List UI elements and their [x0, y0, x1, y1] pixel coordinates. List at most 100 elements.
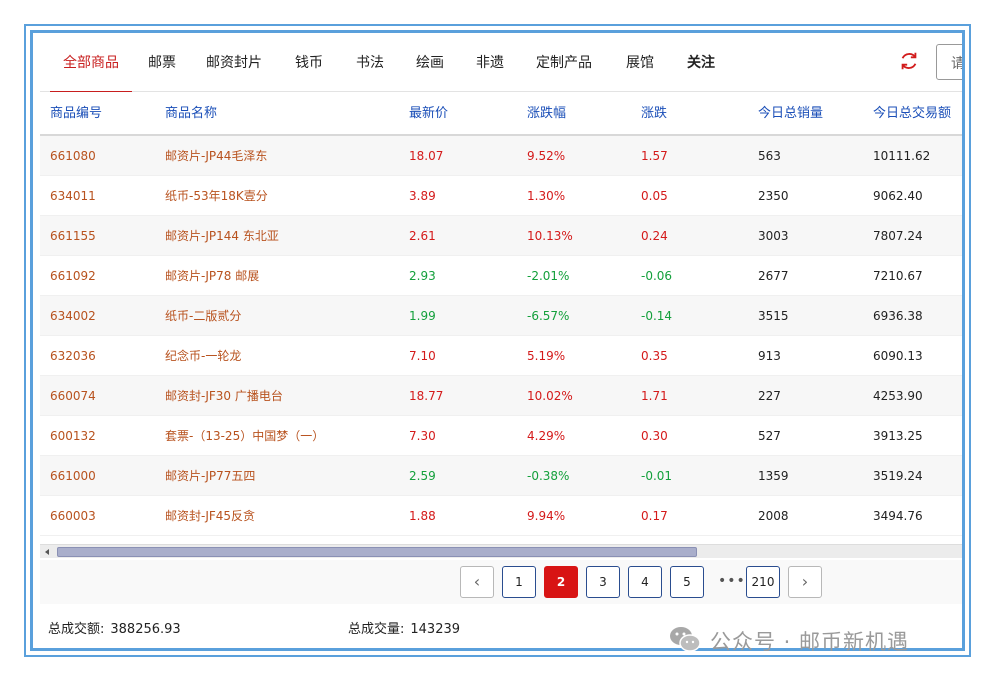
cell-amount: 4253.90 — [873, 389, 923, 403]
cell-amount: 6936.38 — [873, 309, 923, 323]
cell-name: 纪念币-一轮龙 — [165, 349, 242, 363]
cell-change: 1.57 — [641, 149, 668, 163]
table-row[interactable]: 632036 纪念币-一轮龙 7.10 5.19% 0.35 913 6090.13 — [40, 336, 962, 376]
cell-price: 2.61 — [409, 229, 436, 243]
tab-postal-stationery[interactable]: 邮资封片 — [203, 38, 265, 92]
cell-code: 661080 — [50, 149, 96, 163]
cell-code: 661000 — [50, 469, 96, 483]
cell-change: 0.17 — [641, 509, 668, 523]
tab-stamps[interactable]: 邮票 — [142, 38, 182, 92]
cell-change-pct: 9.94% — [527, 509, 566, 523]
cell-amount: 7210.67 — [873, 269, 923, 283]
cell-change: -0.06 — [641, 269, 673, 283]
page-button-4[interactable]: 4 — [628, 566, 662, 598]
table-row[interactable]: 661155 邮资片-JP144 东北亚 2.61 10.13% 0.24 3003 780… — [40, 216, 962, 256]
search-input[interactable]: 请 — [936, 44, 962, 80]
cell-volume: 2677 — [758, 269, 789, 283]
cell-volume: 527 — [758, 429, 781, 443]
table-row[interactable]: 634002 纸币-二版贰分 1.99 -6.57% -0.14 3515 6936.38 — [40, 296, 962, 336]
cell-amount: 10111.62 — [873, 149, 931, 163]
page-button-3[interactable]: 3 — [586, 566, 620, 598]
prev-page-button[interactable]: ‹ — [460, 566, 494, 598]
tab-coins[interactable]: 钱币 — [289, 38, 329, 92]
header-volume[interactable]: 今日总销量 — [758, 92, 823, 136]
page-button-2[interactable]: 2 — [544, 566, 578, 598]
table-header: 商品编号 商品名称 最新价 涨跌幅 涨跌 今日总销量 今日总交易额 — [40, 92, 962, 136]
tab-calligraphy[interactable]: 书法 — [350, 38, 390, 92]
header-price[interactable]: 最新价 — [409, 92, 448, 136]
cell-code: 632036 — [50, 349, 96, 363]
page-button-5[interactable]: 5 — [670, 566, 704, 598]
total-volume-label: 总成交量: — [348, 622, 405, 637]
header-name[interactable]: 商品名称 — [165, 92, 217, 136]
cell-change: 1.71 — [641, 389, 668, 403]
header-change-pct[interactable]: 涨跌幅 — [527, 92, 566, 136]
category-tabs: 全部商品 邮票 邮资封片 钱币 书法 绘画 非遗 定制产品 展馆 关注 请 — [40, 38, 962, 93]
cell-code: 661092 — [50, 269, 96, 283]
page-button-last[interactable]: 210 — [746, 566, 780, 598]
cell-amount: 3519.24 — [873, 469, 923, 483]
pagination-ellipsis: ••• — [718, 573, 746, 589]
cell-amount: 3494.76 — [873, 509, 923, 523]
cell-volume: 3515 — [758, 309, 789, 323]
scroll-left-arrow-icon[interactable] — [42, 547, 52, 557]
header-code[interactable]: 商品编号 — [50, 92, 102, 136]
tab-following[interactable]: 关注 — [681, 38, 721, 92]
cell-price: 7.30 — [409, 429, 436, 443]
cell-price: 18.07 — [409, 149, 444, 163]
tab-exhibition-hall[interactable]: 展馆 — [620, 38, 660, 92]
cell-change: -0.14 — [641, 309, 673, 323]
table-row[interactable]: 660074 邮资封-JF30 广播电台 18.77 10.02% 1.71 227 425… — [40, 376, 962, 416]
cell-volume: 2008 — [758, 509, 789, 523]
total-volume: 总成交量: 143239 — [348, 618, 460, 637]
total-amount-label: 总成交额: — [48, 622, 105, 637]
cell-price: 2.93 — [409, 269, 436, 283]
cell-price: 7.10 — [409, 349, 436, 363]
cell-name: 邮资片-JP44毛泽东 — [165, 149, 268, 163]
cell-volume: 563 — [758, 149, 781, 163]
table-row[interactable]: 634011 纸币-53年18K壹分 3.89 1.30% 0.05 2350 9062.4… — [40, 176, 962, 216]
total-amount: 总成交额: 388256.93 — [48, 618, 181, 637]
cell-change: 0.35 — [641, 349, 668, 363]
cell-volume: 1359 — [758, 469, 789, 483]
cell-name: 套票-（13-25）中国梦（一） — [165, 429, 325, 443]
cell-amount: 9062.40 — [873, 189, 923, 203]
cell-change: 0.24 — [641, 229, 668, 243]
cell-name: 邮资封-JF30 广播电台 — [165, 389, 283, 403]
cell-name: 邮资封-JF45反贪 — [165, 509, 256, 523]
header-amount[interactable]: 今日总交易额 — [873, 92, 951, 136]
cell-name: 邮资片-JP144 东北亚 — [165, 229, 279, 243]
cell-change: 0.05 — [641, 189, 668, 203]
table-row[interactable]: 661080 邮资片-JP44毛泽东 18.07 9.52% 1.57 563 10111.… — [40, 136, 962, 176]
refresh-icon[interactable] — [898, 50, 920, 72]
horizontal-scrollbar[interactable] — [40, 544, 962, 558]
tab-all-products[interactable]: 全部商品 — [50, 38, 132, 93]
tab-custom-products[interactable]: 定制产品 — [532, 38, 596, 92]
header-change[interactable]: 涨跌 — [641, 92, 667, 136]
table-row[interactable]: 660003 邮资封-JF45反贪 1.88 9.94% 0.17 2008 3494.76 — [40, 496, 962, 536]
cell-change-pct: -2.01% — [527, 269, 570, 283]
next-page-button[interactable]: › — [788, 566, 822, 598]
cell-change-pct: 5.19% — [527, 349, 566, 363]
cell-change-pct: 4.29% — [527, 429, 566, 443]
tab-intangible-heritage[interactable]: 非遗 — [470, 38, 510, 92]
table-row[interactable]: 661000 邮资片-JP77五四 2.59 -0.38% -0.01 1359 3519.… — [40, 456, 962, 496]
pagination: ‹ 1 2 3 4 5 ••• 210 › — [40, 560, 962, 604]
cell-amount: 7807.24 — [873, 229, 923, 243]
cell-change: 0.30 — [641, 429, 668, 443]
cell-price: 3.89 — [409, 189, 436, 203]
cell-amount: 6090.13 — [873, 349, 923, 363]
total-volume-value: 143239 — [410, 622, 461, 637]
page-button-1[interactable]: 1 — [502, 566, 536, 598]
cell-code: 660074 — [50, 389, 96, 403]
table-row[interactable]: 661092 邮资片-JP78 邮展 2.93 -2.01% -0.06 2677 7210… — [40, 256, 962, 296]
watermark-text: 公众号 · 邮币新机遇 — [710, 630, 910, 654]
table-row[interactable]: 600132 套票-（13-25）中国梦（一） 7.30 4.29% 0.30 527 39… — [40, 416, 962, 456]
cell-name: 邮资片-JP77五四 — [165, 469, 256, 483]
cell-amount: 3913.25 — [873, 429, 923, 443]
tab-painting[interactable]: 绘画 — [410, 38, 450, 92]
cell-price: 1.88 — [409, 509, 436, 523]
cell-change-pct: -0.38% — [527, 469, 570, 483]
scrollbar-thumb[interactable] — [57, 547, 697, 557]
cell-volume: 913 — [758, 349, 781, 363]
